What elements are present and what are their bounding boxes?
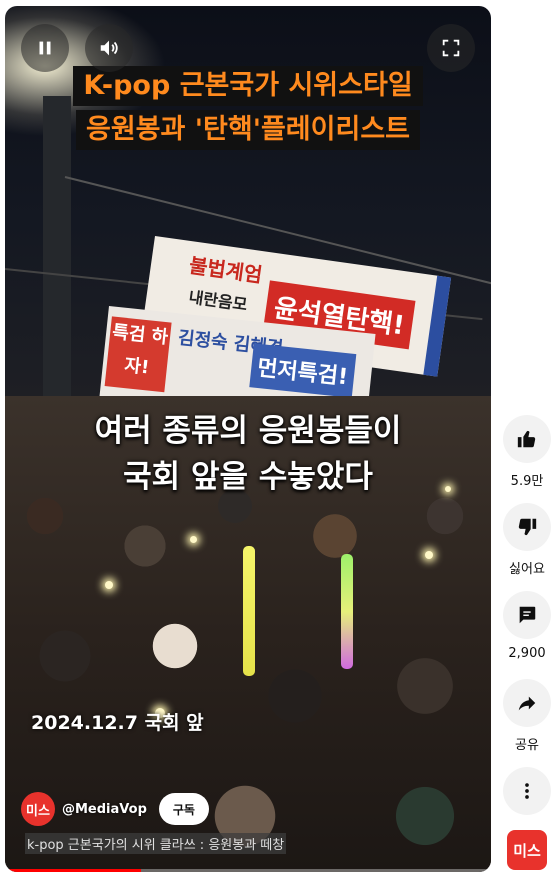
caption-line2: 국회 앞을 수놓았다 [123, 459, 373, 495]
light-dot [105, 581, 113, 589]
channel-avatar[interactable]: 미스 [21, 792, 55, 826]
more-action [503, 767, 551, 815]
video-title[interactable]: k-pop 근본국가의 시위 클라쓰 : 응원봉과 떼창 [25, 833, 287, 854]
caption-line1: 여러 종류의 응원봉들이 [94, 413, 402, 449]
light-dot [425, 551, 433, 559]
share-arrow-icon [518, 696, 536, 711]
dislike-button[interactable] [503, 503, 551, 551]
banner-text-middle: 내란음모 [187, 287, 249, 315]
banner2-blue-text: 먼저특검! [249, 343, 357, 398]
more-vert-icon [525, 783, 529, 799]
share-label: 공유 [515, 738, 539, 753]
thumbs-down-icon [518, 518, 537, 536]
channel-logo-thumbnail[interactable]: 미스 [507, 830, 547, 870]
title-overlay-line1: K-pop 근본국가 시위스타일 [73, 66, 423, 106]
progress-fill [5, 869, 142, 872]
banner-text-top: 불법계엄 [187, 253, 264, 288]
volume-icon [100, 40, 118, 56]
more-options-button[interactable] [503, 767, 551, 815]
like-count: 5.9만 [510, 474, 544, 489]
like-button[interactable] [503, 415, 551, 463]
fullscreen-icon [442, 39, 460, 57]
comment-icon [519, 606, 536, 624]
like-action: 5.9만 [503, 415, 551, 489]
comment-action: 2,900 [503, 591, 551, 661]
lightstick-rainbow [341, 554, 353, 669]
comment-button[interactable] [503, 591, 551, 639]
title-overlay-line2: 응원봉과 '탄핵'플레이리스트 [75, 110, 420, 150]
thumbs-up-icon [517, 430, 536, 448]
dislike-action: 싫어요 [503, 503, 551, 577]
dislike-label: 싫어요 [509, 562, 545, 577]
fullscreen-button[interactable] [427, 24, 475, 72]
channel-row: 미스 @MediaVop 구독 [21, 792, 209, 826]
pause-button[interactable] [21, 24, 69, 72]
date-overlay: 2024.12.7 국회 앞 [31, 712, 204, 734]
share-action: 공유 [503, 679, 551, 753]
channel-handle[interactable]: @MediaVop [62, 802, 147, 817]
comment-count: 2,900 [508, 646, 546, 661]
video-caption: 여러 종류의 응원봉들이 국회 앞을 수놓았다 [5, 408, 491, 500]
pause-icon [39, 41, 51, 55]
banner2-red-text: 특검 하자! [104, 316, 172, 393]
share-button[interactable] [503, 679, 551, 727]
video-title-overlay: K-pop 근본국가 시위스타일 응원봉과 '탄핵'플레이리스트 [5, 66, 491, 154]
lightstick-yellow [243, 546, 255, 676]
short-video-player[interactable]: 불법계엄 내란음모 윤석열탄핵! 특검 하자! 김정숙 김혜경 먼저특검! K-… [5, 6, 491, 872]
light-dot [190, 536, 197, 543]
subscribe-button[interactable]: 구독 [158, 793, 209, 825]
volume-button[interactable] [85, 24, 133, 72]
